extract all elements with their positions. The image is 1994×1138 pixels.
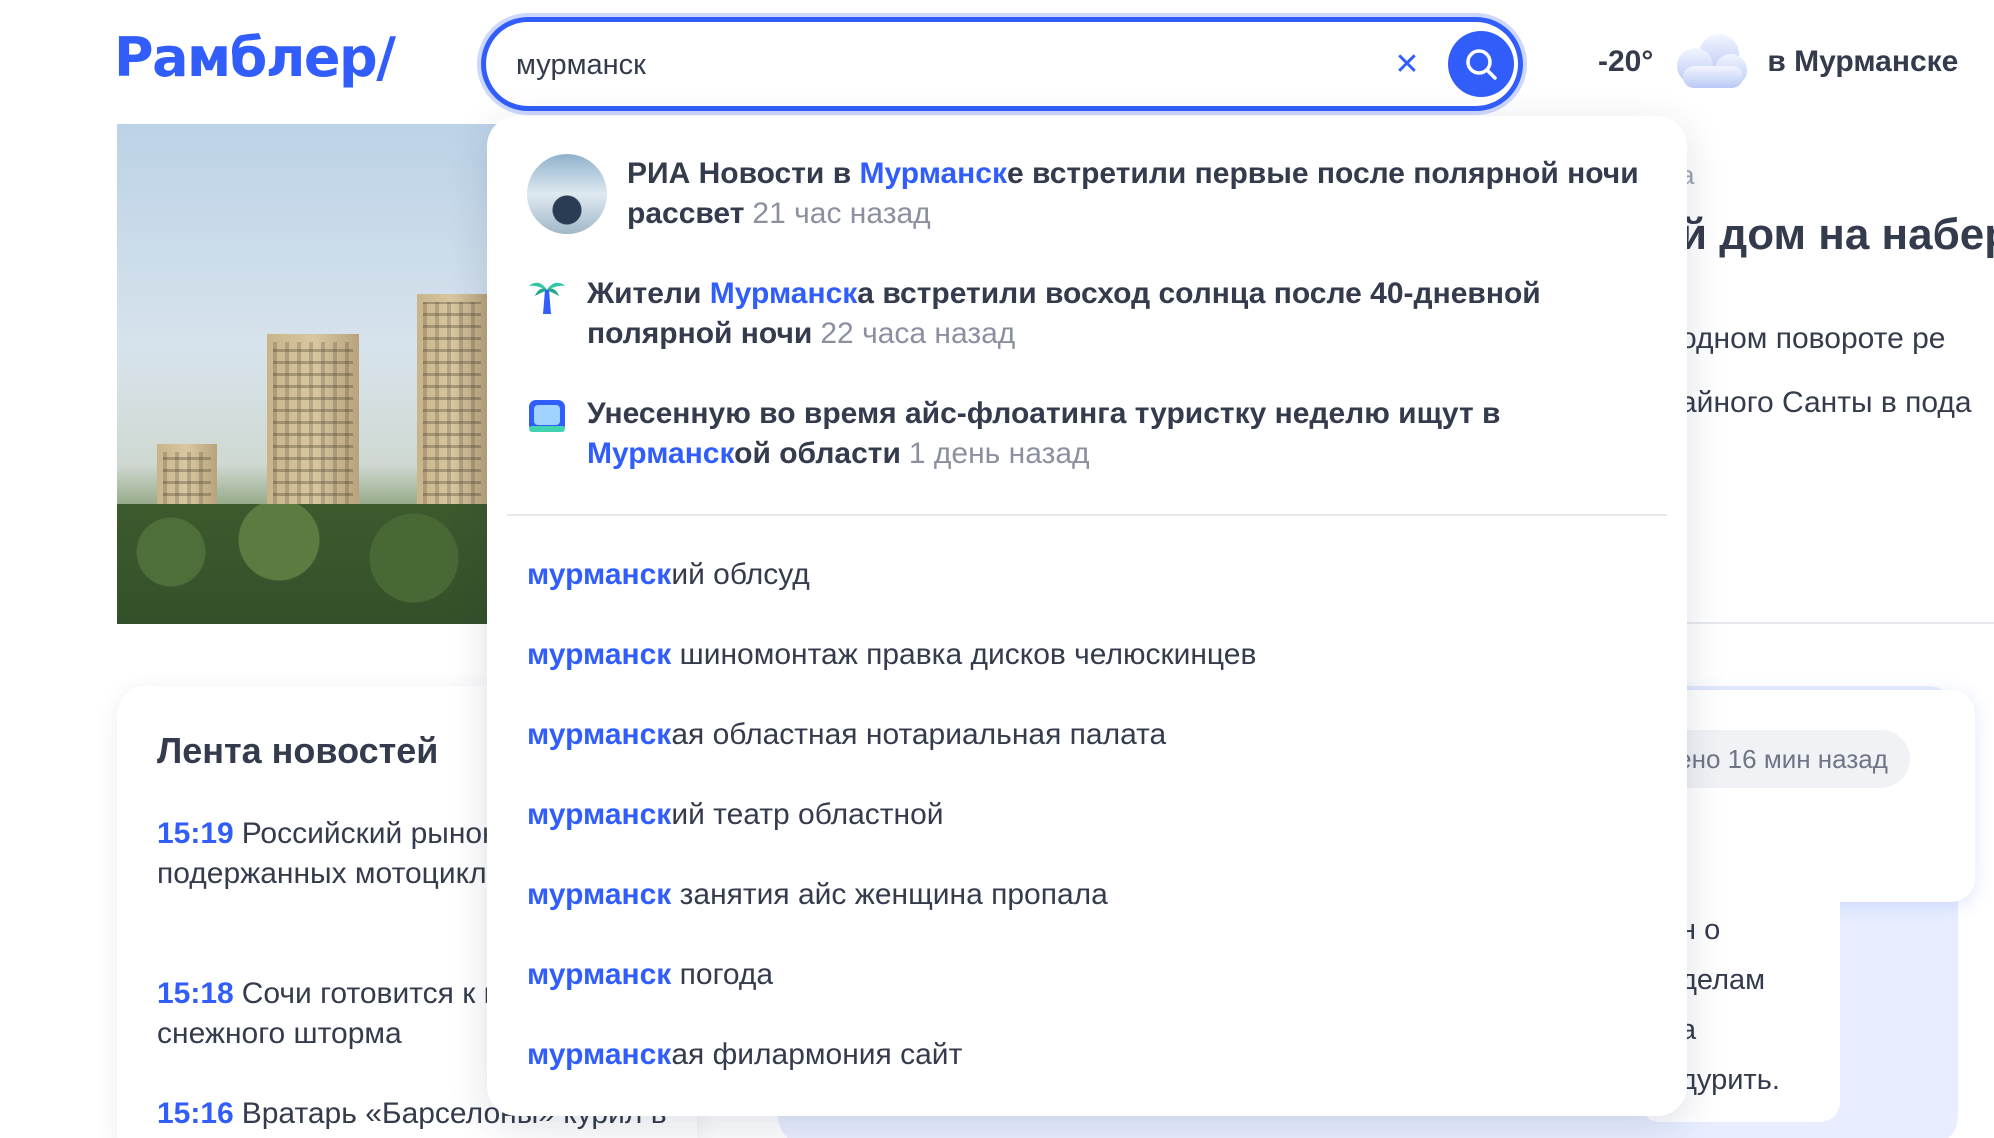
- query-suggestion[interactable]: мурманская филармония сайт: [527, 1038, 962, 1072]
- suggestion-highlight: мурманск: [527, 718, 672, 751]
- news-suggestion[interactable]: РИА Новости в Мурманске встретили первые…: [527, 154, 1647, 234]
- news-text-highlight: Мурманск: [859, 157, 1007, 190]
- suggestion-highlight: мурманск: [527, 1038, 672, 1071]
- card-line[interactable]: делам: [1680, 964, 1765, 997]
- news-time-ago: 1 день назад: [908, 437, 1090, 470]
- news-text-part: РИА Новости в: [627, 157, 860, 190]
- suggestion-rest: ая филармония сайт: [671, 1038, 963, 1071]
- suggestion-highlight: мурманск: [527, 638, 672, 671]
- rambler-logo[interactable]: Рамблер/: [114, 26, 396, 89]
- article-line[interactable]: одном повороте ре: [1680, 322, 1945, 356]
- palm-tree-icon: [529, 282, 565, 314]
- query-suggestion[interactable]: мурманская областная нотариальная палата: [527, 718, 1166, 752]
- news-text-part: Жители: [587, 277, 710, 310]
- news-suggestion-text: Унесенную во время айс-флоатинга туристк…: [587, 394, 1647, 474]
- feed-item-time: 15:19: [157, 817, 234, 850]
- weather-temperature: -20°: [1598, 45, 1654, 78]
- news-text-highlight: Мурманск: [709, 277, 858, 310]
- news-time-ago: 22 часа назад: [820, 317, 1016, 350]
- search-input[interactable]: [516, 44, 1336, 86]
- weather-widget[interactable]: -20° в Мурманске: [1598, 30, 1958, 94]
- news-feed-title[interactable]: Лента новостей: [157, 730, 438, 772]
- suggestion-highlight: мурманск: [527, 958, 672, 991]
- suggestion-rest: ий театр областной: [671, 798, 944, 831]
- suggestion-highlight: мурманск: [527, 798, 672, 831]
- query-suggestion[interactable]: мурманск погода: [527, 958, 773, 992]
- tv-icon: [529, 400, 565, 432]
- news-suggestion-text: РИА Новости в Мурманске встретили первые…: [627, 154, 1647, 234]
- article-line[interactable]: айного Санты в пода: [1680, 386, 1972, 420]
- divider: [1680, 622, 1994, 624]
- suggestion-rest: ая областная нотариальная палата: [671, 718, 1167, 751]
- cloud-icon: [1677, 34, 1748, 88]
- news-text-highlight: Мурманск: [587, 437, 735, 470]
- suggestion-rest: ий облсуд: [671, 558, 810, 591]
- suggestion-rest: шиномонтаж правка дисков челюскинцев: [671, 638, 1257, 671]
- suggestion-highlight: мурманск: [527, 558, 672, 591]
- suggestion-rest: занятия айс женщина пропала: [671, 878, 1108, 911]
- article-title[interactable]: й дом на набер: [1680, 210, 1994, 260]
- news-text-part: ой области: [734, 437, 901, 470]
- news-thumbnail: [527, 154, 607, 234]
- suggestion-highlight: мурманск: [527, 878, 672, 911]
- news-suggestion[interactable]: Унесенную во время айс-флоатинга туристк…: [527, 394, 1647, 474]
- search-bar[interactable]: ✕: [481, 17, 1523, 111]
- feed-item-time: 15:18: [157, 977, 234, 1010]
- suggestion-rest: погода: [671, 958, 774, 991]
- feed-item-time: 15:16: [157, 1097, 234, 1130]
- query-suggestion[interactable]: мурманск шиномонтаж правка дисков челюск…: [527, 638, 1256, 672]
- search-suggest-dropdown: РИА Новости в Мурманске встретили первые…: [487, 116, 1687, 1116]
- query-suggestion[interactable]: мурманский театр областной: [527, 798, 944, 832]
- news-time-ago: 21 час назад: [752, 197, 931, 230]
- news-suggestion[interactable]: Жители Мурманска встретили восход солнца…: [527, 274, 1647, 354]
- query-suggestion[interactable]: мурманск занятия айс женщина пропала: [527, 878, 1108, 912]
- weather-location: в Мурманске: [1767, 45, 1959, 78]
- query-suggestion[interactable]: мурманский облсуд: [527, 558, 810, 592]
- news-text-part: Унесенную во время айс-флоатинга туристк…: [587, 397, 1501, 430]
- side-card: [1640, 690, 1975, 902]
- news-suggestion-text: Жители Мурманска встретили восход солнца…: [587, 274, 1647, 354]
- search-button[interactable]: [1448, 31, 1514, 97]
- clear-icon[interactable]: ✕: [1386, 44, 1428, 86]
- search-icon: [1466, 49, 1497, 80]
- dropdown-divider: [507, 514, 1667, 516]
- card-line[interactable]: дурить.: [1680, 1064, 1780, 1097]
